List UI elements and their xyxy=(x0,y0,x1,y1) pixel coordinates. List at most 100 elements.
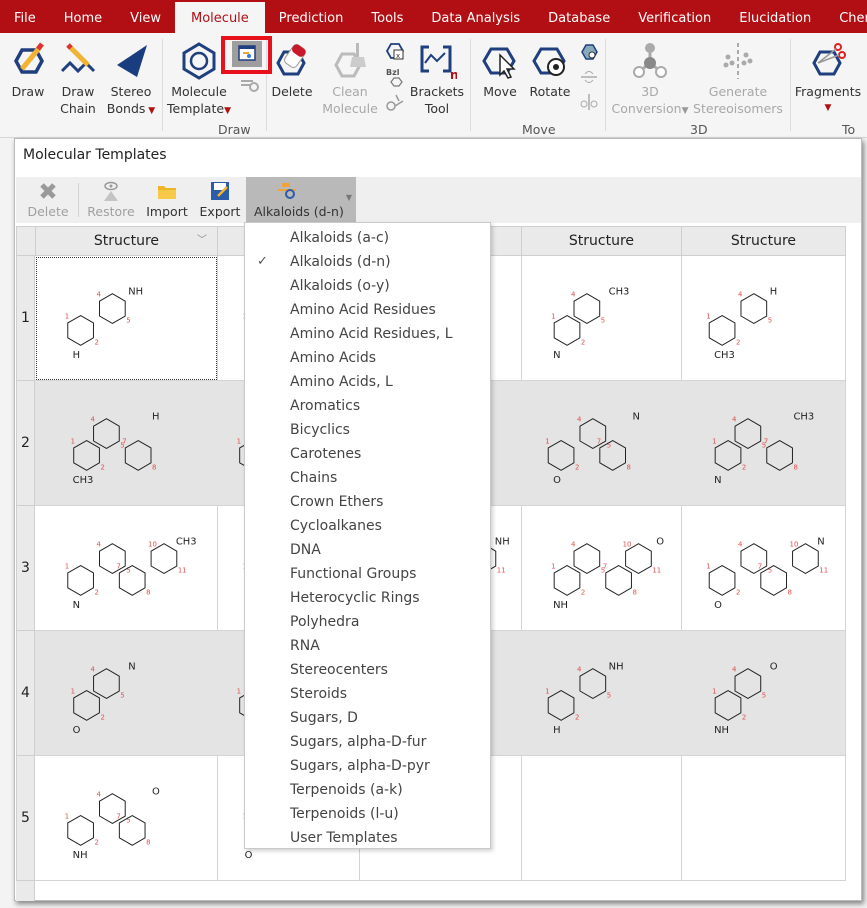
rotate-fragment-icon[interactable] xyxy=(578,41,600,63)
tab-data-analysis[interactable]: Data Analysis xyxy=(417,0,534,33)
menu-item-alkaloids-a-c[interactable]: Alkaloids (a-c) xyxy=(245,226,490,250)
delete-button[interactable]: Delete xyxy=(270,33,314,100)
menu-item-sugars-alpha-d-fur[interactable]: Sugars, alpha-D-fur xyxy=(245,730,490,754)
menu-item-label: Alkaloids (d-n) xyxy=(290,254,391,270)
structure-cell[interactable] xyxy=(521,756,682,881)
tab-tools[interactable]: Tools xyxy=(357,0,417,33)
tab-database[interactable]: Database xyxy=(534,0,624,33)
menu-item-alkaloids-d-n[interactable]: ✓ Alkaloids (d-n) xyxy=(245,250,490,274)
menu-item-aromatics[interactable]: Aromatics xyxy=(245,394,490,418)
structure-cell[interactable]: 124578ONH xyxy=(35,756,218,881)
menu-item-amino-acid-residues-l[interactable]: Amino Acid Residues, L xyxy=(245,322,490,346)
menu-item-heterocyclic-rings[interactable]: Heterocyclic Rings xyxy=(245,586,490,610)
column-header-structure[interactable]: Structure ﹀ xyxy=(35,226,218,256)
menu-item-steroids[interactable]: Steroids xyxy=(245,682,490,706)
group-substituent-icon[interactable] xyxy=(384,91,406,113)
row-header-5[interactable]: 5 xyxy=(16,756,35,881)
structure-cell[interactable]: 1 2 4 5 H CH3 xyxy=(681,256,846,381)
svg-text:O: O xyxy=(245,850,253,861)
tab-elucidation[interactable]: Elucidation xyxy=(725,0,825,33)
group-label-tools: To xyxy=(842,122,856,137)
structure-cell[interactable]: 1 2 4 5 NH H xyxy=(521,631,682,756)
menu-item-carotenes[interactable]: Carotenes xyxy=(245,442,490,466)
row-header-1[interactable]: 1 xyxy=(16,256,35,381)
svg-text:O: O xyxy=(73,725,81,736)
brackets-tool-button[interactable]: n Brackets Tool xyxy=(410,33,464,117)
menu-item-amino-acid-residues[interactable]: Amino Acid Residues xyxy=(245,298,490,322)
svg-text:1: 1 xyxy=(71,687,75,695)
menu-item-label: Sugars, alpha-D-pyr xyxy=(290,758,430,774)
chevron-down-icon[interactable]: ﹀ xyxy=(197,227,207,255)
menu-item-sugars-d[interactable]: Sugars, D xyxy=(245,706,490,730)
svg-text:2: 2 xyxy=(100,463,104,471)
row-header-4[interactable]: 4 xyxy=(16,631,35,756)
menu-item-terpenoids-l-u[interactable]: Terpenoids (l-u) xyxy=(245,802,490,826)
svg-text:O: O xyxy=(553,475,561,486)
clean-molecule-button[interactable]: Clean Molecule xyxy=(322,33,378,117)
menu-item-functional-groups[interactable]: Functional Groups xyxy=(245,562,490,586)
menu-item-dna[interactable]: DNA xyxy=(245,538,490,562)
tab-home[interactable]: Home xyxy=(50,0,116,33)
3d-conversion-button[interactable]: 3D Conversion▼ xyxy=(612,33,689,120)
template-library-dropdown[interactable]: Alkaloids (d-n) ▼ xyxy=(246,177,356,223)
menu-item-sugars-alpha-d-pyr[interactable]: Sugars, alpha-D-pyr xyxy=(245,754,490,778)
rotate-button[interactable]: Rotate xyxy=(528,33,572,100)
structure-cell[interactable]: 1 2 4 5 CH3 N xyxy=(521,256,682,381)
delete-template-button[interactable]: Delete xyxy=(27,177,69,223)
structure-cell[interactable]: 1 2 4 5 NH H xyxy=(35,256,218,381)
tab-verification[interactable]: Verification xyxy=(624,0,725,33)
structure-cell[interactable] xyxy=(681,756,846,881)
structure-cell[interactable]: 1 2 4 5 7 8 10 11 O NH xyxy=(521,506,682,631)
draw-button[interactable]: Draw xyxy=(6,33,50,100)
benzene-ring-icon xyxy=(182,42,216,80)
fragments-button[interactable]: Fragments ▼ xyxy=(795,33,861,117)
flip-vertical-icon[interactable] xyxy=(578,66,600,88)
menu-item-amino-acids[interactable]: Amino Acids xyxy=(245,346,490,370)
stereo-bonds-button[interactable]: Stereo Bonds ▼ xyxy=(106,33,156,120)
structure-cell[interactable]: 1 2 4 5 7 8 CH3 N xyxy=(681,381,846,506)
structure-cell[interactable]: 1 2 4 5 O NH xyxy=(681,631,846,756)
export-button[interactable]: Export xyxy=(198,177,242,223)
structure-cell[interactable]: 1 2 4 5 7 8 10 11 CH3 N xyxy=(35,506,218,631)
tab-view[interactable]: View xyxy=(116,0,175,33)
import-button[interactable]: Import xyxy=(144,177,190,223)
svg-text:7: 7 xyxy=(603,562,607,570)
structure-cell[interactable]: 1 2 4 5 7 8 10 11 N O xyxy=(681,506,846,631)
molecule-structure-drawing: 1245781011NO xyxy=(706,537,828,611)
menu-item-label: Bicyclics xyxy=(290,422,350,438)
svg-text:1: 1 xyxy=(551,562,555,570)
row-header-3[interactable]: 3 xyxy=(16,506,35,631)
menu-item-chains[interactable]: Chains xyxy=(245,466,490,490)
structure-cell[interactable]: 124578NO xyxy=(521,381,682,506)
column-header-structure[interactable]: Structure xyxy=(681,226,846,256)
tab-prediction[interactable]: Prediction xyxy=(265,0,358,33)
generate-stereoisomers-button[interactable]: Generate Stereoisomers xyxy=(692,33,784,117)
menu-item-bicyclics[interactable]: Bicyclics xyxy=(245,418,490,442)
structure-cell[interactable]: 1 2 4 5 N O xyxy=(35,631,218,756)
menu-item-crown-ethers[interactable]: Crown Ethers xyxy=(245,490,490,514)
menu-item-cycloalkanes[interactable]: Cycloalkanes xyxy=(245,514,490,538)
restore-button[interactable]: Restore xyxy=(86,177,136,223)
svg-text:11: 11 xyxy=(178,566,187,574)
menu-item-alkaloids-o-y[interactable]: Alkaloids (o-y) xyxy=(245,274,490,298)
tab-molecule[interactable]: Molecule xyxy=(175,2,265,33)
column-header-structure[interactable]: Structure xyxy=(521,226,682,256)
menu-item-amino-acids-l[interactable]: Amino Acids, L xyxy=(245,370,490,394)
menu-item-terpenoids-a-k[interactable]: Terpenoids (a-k) xyxy=(245,778,490,802)
flip-horizontal-icon[interactable] xyxy=(578,91,600,113)
remove-hydrogen-icon[interactable]: x xyxy=(384,41,406,63)
menu-item-polyhedra[interactable]: Polyhedra xyxy=(245,610,490,634)
menu-item-rna[interactable]: RNA xyxy=(245,634,490,658)
svg-text:O: O xyxy=(656,537,664,548)
template-settings-icon[interactable] xyxy=(239,73,261,95)
row-header-2[interactable]: 2 xyxy=(16,381,35,506)
move-button[interactable]: Move xyxy=(478,33,522,100)
draw-chain-button[interactable]: Draw Chain xyxy=(56,33,100,117)
menu-item-user-templates[interactable]: User Templates xyxy=(245,826,490,850)
save-disk-icon xyxy=(211,182,229,200)
tab-file[interactable]: File xyxy=(0,0,50,33)
abbreviation-bzl-icon[interactable]: Bzl xyxy=(384,66,406,88)
structure-cell[interactable]: 1 2 4 5 7 8 H CH3 xyxy=(35,381,218,506)
menu-item-stereocenters[interactable]: Stereocenters xyxy=(245,658,490,682)
tab-chemometrics[interactable]: Chemo xyxy=(825,0,867,33)
